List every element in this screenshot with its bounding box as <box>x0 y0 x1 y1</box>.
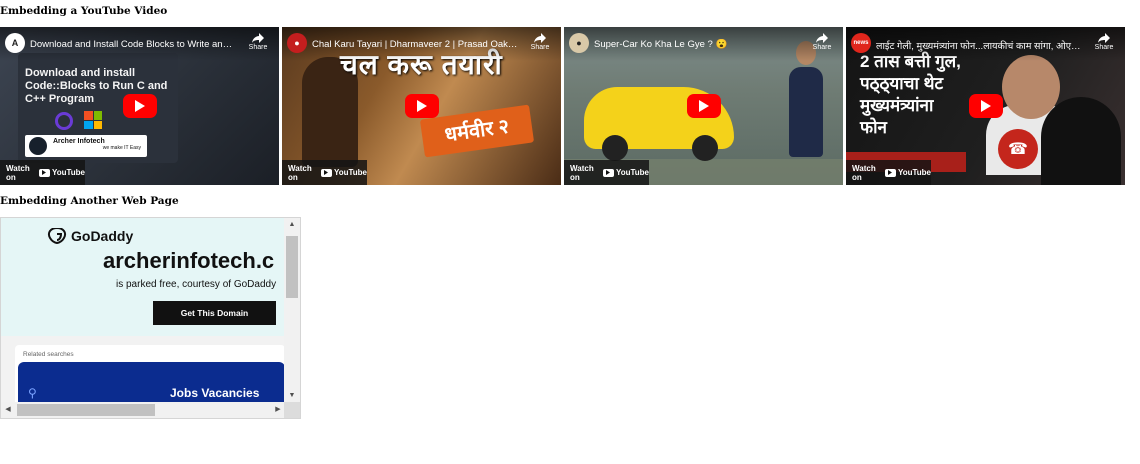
section-heading-webpage: Embedding Another Web Page <box>0 195 179 207</box>
youtube-logo: YouTube <box>884 168 931 177</box>
vertical-scroll-thumb[interactable] <box>286 236 298 298</box>
share-icon <box>816 33 828 43</box>
youtube-logo: YouTube <box>38 168 85 177</box>
share-label: Share <box>248 44 268 51</box>
watch-on-label: Watch on <box>852 163 876 182</box>
car-wheel <box>692 135 718 161</box>
play-icon <box>416 100 427 112</box>
thumbnail-person <box>789 67 823 157</box>
godaddy-logo[interactable]: GoDaddy <box>47 228 133 244</box>
section-heading-youtube: Embedding a YouTube Video <box>0 5 168 17</box>
scroll-up-arrow-icon[interactable]: ▲ <box>284 218 300 232</box>
channel-avatar[interactable]: ● <box>569 33 589 53</box>
horizontal-scrollbar[interactable]: ◀ ▶ <box>1 402 285 418</box>
youtube-icon <box>602 168 614 177</box>
codeblocks-icon <box>55 112 73 130</box>
thumbnail-text-line: फोन <box>860 118 887 137</box>
watch-on-label: Watch on <box>6 163 30 182</box>
share-button[interactable]: Share <box>245 33 271 51</box>
search-result-label: Jobs Vacancies <box>170 386 260 400</box>
share-icon <box>252 33 264 43</box>
youtube-label: YouTube <box>51 168 85 177</box>
youtube-embed-2[interactable]: चल करू तयारी धर्मवीर २ ● Chal Karu Tayar… <box>282 27 561 185</box>
car-wheel <box>602 135 628 161</box>
youtube-embed-3[interactable]: ● Super-Car Ko Kha Le Gye ? 😮 Share Watc… <box>564 27 843 185</box>
watch-on-youtube-button[interactable]: Watch on YouTube <box>0 160 85 185</box>
youtube-logo: YouTube <box>320 168 367 177</box>
watch-on-youtube-button[interactable]: Watch on YouTube <box>282 160 367 185</box>
share-button[interactable]: Share <box>809 33 835 51</box>
play-button[interactable] <box>404 94 439 118</box>
parked-message: is parked free, courtesy of GoDaddy <box>116 279 277 290</box>
youtube-logo: YouTube <box>602 168 649 177</box>
video-title[interactable]: लाईट गेली, मुख्यमंत्र्यांना फोन...लायकीच… <box>876 39 1083 52</box>
video-embeds: Download and install Code::Blocks to Run… <box>0 27 1126 185</box>
video-title[interactable]: Super-Car Ko Kha Le Gye ? 😮 <box>594 39 801 50</box>
thumbnail-text: 2 तास बत्ती गुल, पठ्ठ्याचा थेट मुख्यमंत्… <box>860 51 961 139</box>
play-icon <box>134 100 145 112</box>
embedded-webpage-iframe[interactable]: GoDaddy archerinfotech.c is parked free,… <box>0 217 301 419</box>
scroll-down-arrow-icon[interactable]: ▼ <box>284 389 300 403</box>
channel-avatar[interactable]: news <box>851 33 871 53</box>
thumbnail-text-line: मुख्यमंत्र्यांना <box>860 96 934 115</box>
search-icon: ⚲ <box>28 386 37 400</box>
vertical-scrollbar[interactable]: ▲ ▼ <box>284 218 300 403</box>
share-label: Share <box>530 44 550 51</box>
video-title[interactable]: Download and Install Code Blocks to Writ… <box>30 39 237 50</box>
horizontal-scroll-thumb[interactable] <box>17 404 155 416</box>
channel-avatar[interactable]: A <box>5 33 25 53</box>
youtube-embed-1[interactable]: Download and install Code::Blocks to Run… <box>0 27 279 185</box>
archer-logo-icon <box>29 137 47 155</box>
scroll-right-arrow-icon[interactable]: ▶ <box>271 402 285 418</box>
youtube-icon <box>320 168 332 177</box>
share-button[interactable]: Share <box>1091 33 1117 51</box>
godaddy-logo-text: GoDaddy <box>71 228 134 244</box>
scroll-left-arrow-icon[interactable]: ◀ <box>1 402 15 418</box>
get-this-domain-button[interactable]: Get This Domain <box>153 301 276 325</box>
watch-on-youtube-button[interactable]: Watch on YouTube <box>564 160 649 185</box>
play-button[interactable] <box>968 94 1003 118</box>
video-title[interactable]: Chal Karu Tayari | Dharmaveer 2 | Prasad… <box>312 39 519 50</box>
play-icon <box>980 100 991 112</box>
play-icon <box>698 100 709 112</box>
thumbnail-silhouette <box>1041 97 1121 185</box>
youtube-label: YouTube <box>897 168 931 177</box>
play-button[interactable] <box>122 94 157 118</box>
share-icon <box>1098 33 1110 43</box>
badge-tagline: we make IT Easy <box>102 145 141 151</box>
windows-logo-icon <box>84 111 102 129</box>
share-label: Share <box>1094 44 1114 51</box>
phone-call-icon: ☎ <box>998 129 1038 169</box>
channel-avatar[interactable]: ● <box>287 33 307 53</box>
youtube-embed-4[interactable]: 2 तास बत्ती गुल, पठ्ठ्याचा थेट मुख्यमंत्… <box>846 27 1125 185</box>
scrollbar-corner <box>284 402 300 418</box>
watch-on-youtube-button[interactable]: Watch on YouTube <box>846 160 931 185</box>
godaddy-logo-icon <box>47 228 67 244</box>
related-searches-label: Related searches <box>23 351 74 358</box>
play-button[interactable] <box>686 94 721 118</box>
share-button[interactable]: Share <box>527 33 553 51</box>
youtube-label: YouTube <box>615 168 649 177</box>
youtube-icon <box>38 168 50 177</box>
badge-name: Archer Infotech <box>53 138 105 145</box>
watch-on-label: Watch on <box>570 163 594 182</box>
youtube-icon <box>884 168 896 177</box>
share-label: Share <box>812 44 832 51</box>
share-icon <box>534 33 546 43</box>
parked-domain-name: archerinfotech.c <box>103 248 275 273</box>
watch-on-label: Watch on <box>288 163 312 182</box>
youtube-label: YouTube <box>333 168 367 177</box>
thumbnail-text-line: पठ्ठ्याचा थेट <box>860 74 944 93</box>
channel-badge: Archer Infotech we make IT Easy <box>25 135 147 157</box>
search-result-link[interactable]: ⚲ Jobs Vacancies <box>18 362 285 406</box>
